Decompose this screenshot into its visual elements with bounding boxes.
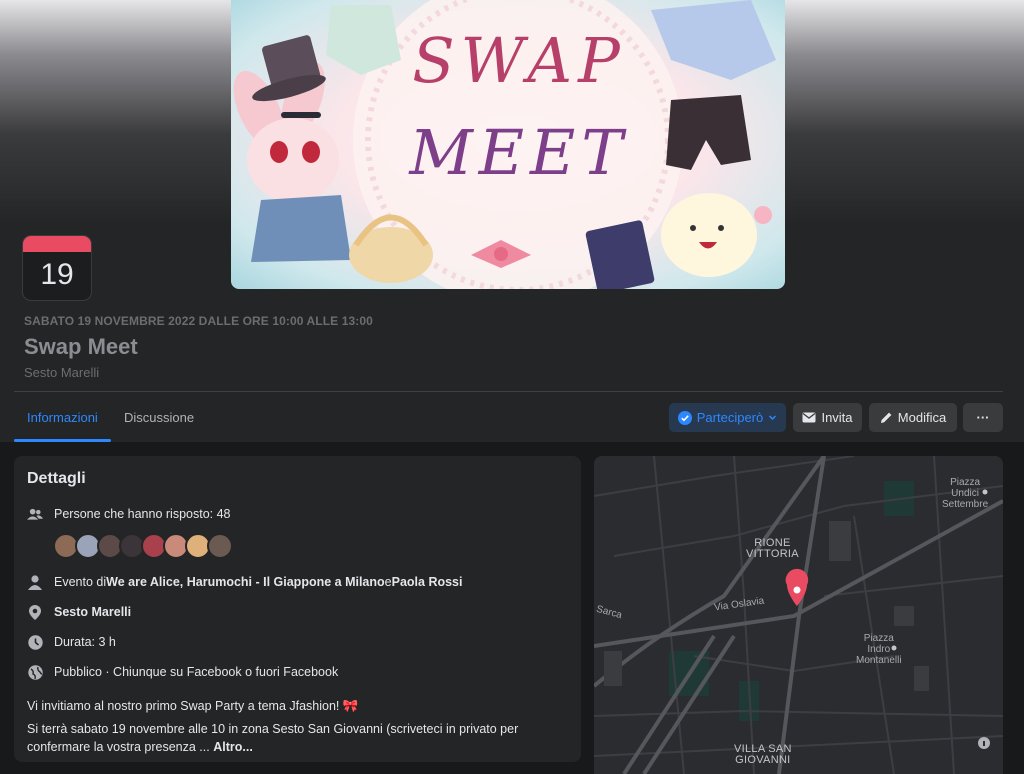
event-location[interactable]: Sesto Marelli xyxy=(24,365,99,380)
cover-photo[interactable]: SWAP MEET xyxy=(231,0,785,289)
pencil-icon xyxy=(880,412,892,423)
map-label-piazza-undici: Piazza Undici Settembre xyxy=(942,477,988,510)
globe-icon xyxy=(27,664,43,680)
calendar-badge: 19 xyxy=(23,236,91,300)
map-label-line: Indro xyxy=(867,644,891,655)
map-label-piazza-indro: Piazza Indro Montanelli xyxy=(856,633,902,666)
details-card: Dettagli Persone che hanno risposto: 48 … xyxy=(14,456,581,762)
privacy-text: Pubblico · Chiunque su Facebook o fuori … xyxy=(54,665,339,679)
calendar-header xyxy=(23,236,91,252)
see-more-link[interactable]: Altro... xyxy=(213,740,253,754)
description-line-2: Si terrà sabato 19 novembre alle 10 in z… xyxy=(27,722,519,754)
description-body: Si terrà sabato 19 novembre alle 10 in z… xyxy=(27,720,557,756)
clock-icon xyxy=(27,634,43,650)
responded-count: Persone che hanno risposto: 48 xyxy=(54,507,231,521)
event-date: SABATO 19 NOVEMBRE 2022 DALLE ORE 10:00 … xyxy=(24,314,373,328)
organizer-link-a[interactable]: We are Alice, Harumochi - Il Giappone a … xyxy=(106,575,385,589)
privacy-row: Pubblico · Chiunque su Facebook o fuori … xyxy=(27,664,338,680)
active-tab-indicator xyxy=(14,439,111,442)
chevron-down-icon xyxy=(769,415,777,421)
envelope-icon xyxy=(802,412,816,423)
person-icon xyxy=(27,574,43,590)
place-row: Sesto Marelli xyxy=(27,604,131,620)
map-label-line: Piazza xyxy=(863,633,894,644)
map-label-line: Settembre xyxy=(942,499,989,510)
people-icon xyxy=(27,506,43,522)
responded-row: Persone che hanno risposto: 48 xyxy=(27,506,231,522)
tab-discussione[interactable]: Discussione xyxy=(124,410,194,425)
invite-button-label: Invita xyxy=(821,410,853,425)
responder-avatars[interactable] xyxy=(53,533,233,559)
organizer-row: Evento di We are Alice, Harumochi - Il G… xyxy=(27,574,463,590)
calendar-day: 19 xyxy=(40,258,74,291)
organizer-and: e xyxy=(384,575,392,589)
location-pin-icon xyxy=(27,604,43,620)
avatar[interactable] xyxy=(207,533,233,559)
map-label-rione-vittoria: RIONE VITTORIA xyxy=(746,538,799,560)
going-button-label: Parteciperò xyxy=(696,410,764,425)
map-label-line: Undici xyxy=(951,488,979,499)
map-label-line: Piazza xyxy=(950,477,981,488)
event-map[interactable]: Piazza Undici Settembre RIONE VITTORIA V… xyxy=(594,456,1003,774)
header-divider xyxy=(14,391,1003,392)
map-label-line: VITTORIA xyxy=(746,548,799,560)
edit-button[interactable]: Modifica xyxy=(869,403,957,432)
map-label-line: GIOVANNI xyxy=(735,754,791,766)
duration-row: Durata: 3 h xyxy=(27,634,116,650)
cover-title-line1: SWAP xyxy=(412,24,626,97)
organizer-link-b[interactable]: Paola Rossi xyxy=(392,575,463,589)
details-title: Dettagli xyxy=(27,470,86,487)
tab-informazioni[interactable]: Informazioni xyxy=(27,410,98,425)
description-line-1: Vi invitiamo al nostro primo Swap Party … xyxy=(27,699,359,713)
check-circle-icon xyxy=(677,410,692,425)
place-link[interactable]: Sesto Marelli xyxy=(54,605,131,619)
more-options-button[interactable]: ··· xyxy=(963,403,1003,432)
edit-button-label: Modifica xyxy=(897,410,947,425)
event-title: Swap Meet xyxy=(24,334,138,359)
map-label-line: Montanelli xyxy=(856,655,902,666)
invite-button[interactable]: Invita xyxy=(793,403,862,432)
duration-text: Durata: 3 h xyxy=(54,635,116,649)
map-label-villa-san-giovanni: VILLA SAN GIOVANNI xyxy=(734,744,792,766)
cover-title-line2: MEET xyxy=(409,116,629,189)
going-button[interactable]: Parteciperò xyxy=(669,403,786,432)
organizer-prefix: Evento di xyxy=(54,575,107,589)
